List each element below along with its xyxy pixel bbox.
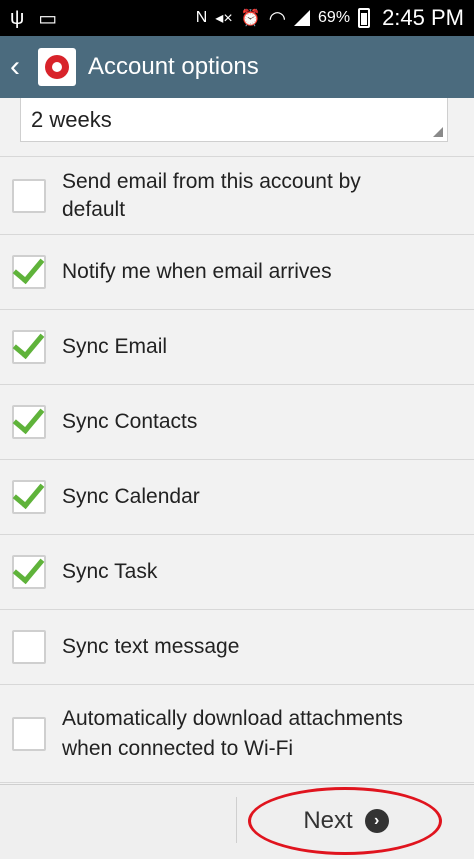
status-time: 2:45 PM — [382, 5, 464, 30]
status-bar-right: N ◂× ⏰ ◠ 69% 2:45 PM — [196, 5, 464, 31]
option-label: Sync Email — [62, 335, 168, 358]
status-bar: ψ ▭ N ◂× ⏰ ◠ 69% 2:45 PM — [0, 0, 474, 36]
checkbox-sync-calendar[interactable] — [12, 480, 46, 514]
nfc-icon: N — [195, 9, 208, 26]
account-options-list[interactable]: 2 weeks Send email from this account by … — [0, 98, 474, 784]
battery-percent: 69% — [318, 9, 351, 26]
checkbox-notify[interactable] — [12, 255, 46, 289]
next-label: Next — [303, 807, 353, 834]
option-label: Sync Calendar — [62, 485, 200, 508]
mute-icon: ◂× — [215, 10, 233, 27]
option-row-send-default[interactable]: Send email from this account by default — [0, 157, 474, 235]
sync-schedule-value: 2 weeks — [31, 106, 112, 132]
option-label: Automatically download attachments when … — [62, 706, 403, 760]
alarm-icon: ⏰ — [240, 10, 261, 27]
option-row-sync-calendar[interactable]: Sync Calendar — [0, 460, 474, 535]
dropdown-arrow-icon — [433, 127, 443, 137]
sync-schedule-dropdown[interactable]: 2 weeks — [20, 98, 448, 142]
button-divider — [236, 797, 237, 843]
signal-icon — [294, 10, 311, 26]
option-label: Sync Contacts — [62, 410, 198, 433]
image-icon: ▭ — [38, 7, 58, 30]
action-bar: ‹ Account options — [0, 36, 474, 98]
bottom-bar: Next › — [0, 784, 474, 859]
option-row-auto-download[interactable]: Automatically download attachments when … — [0, 685, 474, 783]
checkbox-sync-text[interactable] — [12, 630, 46, 664]
checkbox-auto-download[interactable] — [12, 716, 46, 751]
arrow-right-icon: › — [364, 809, 389, 833]
wifi-icon: ◠ — [268, 7, 287, 30]
email-app-icon[interactable] — [38, 48, 76, 86]
option-row-sync-task[interactable]: Sync Task — [0, 535, 474, 610]
checkbox-sync-task[interactable] — [12, 555, 46, 589]
option-row-sync-email[interactable]: Sync Email — [0, 310, 474, 385]
status-bar-left: ψ ▭ — [10, 6, 57, 31]
battery-icon — [358, 8, 371, 28]
next-button[interactable]: Next › — [250, 789, 442, 853]
option-row-sync-contacts[interactable]: Sync Contacts — [0, 385, 474, 460]
sync-schedule-row: 2 weeks — [0, 98, 474, 157]
option-label: Sync Task — [62, 560, 158, 583]
back-arrow-icon[interactable]: ‹ — [10, 52, 32, 82]
option-label: Send email from this account by default — [62, 169, 361, 221]
option-row-notify[interactable]: Notify me when email arrives — [0, 235, 474, 310]
checkbox-sync-contacts[interactable] — [12, 405, 46, 439]
page-title: Account options — [88, 53, 259, 80]
option-label: Notify me when email arrives — [62, 260, 332, 283]
option-label: Sync text message — [62, 635, 240, 658]
option-row-sync-text[interactable]: Sync text message — [0, 610, 474, 685]
checkbox-send-default[interactable] — [12, 178, 46, 213]
usb-icon: ψ — [10, 6, 25, 29]
checkbox-sync-email[interactable] — [12, 330, 46, 364]
